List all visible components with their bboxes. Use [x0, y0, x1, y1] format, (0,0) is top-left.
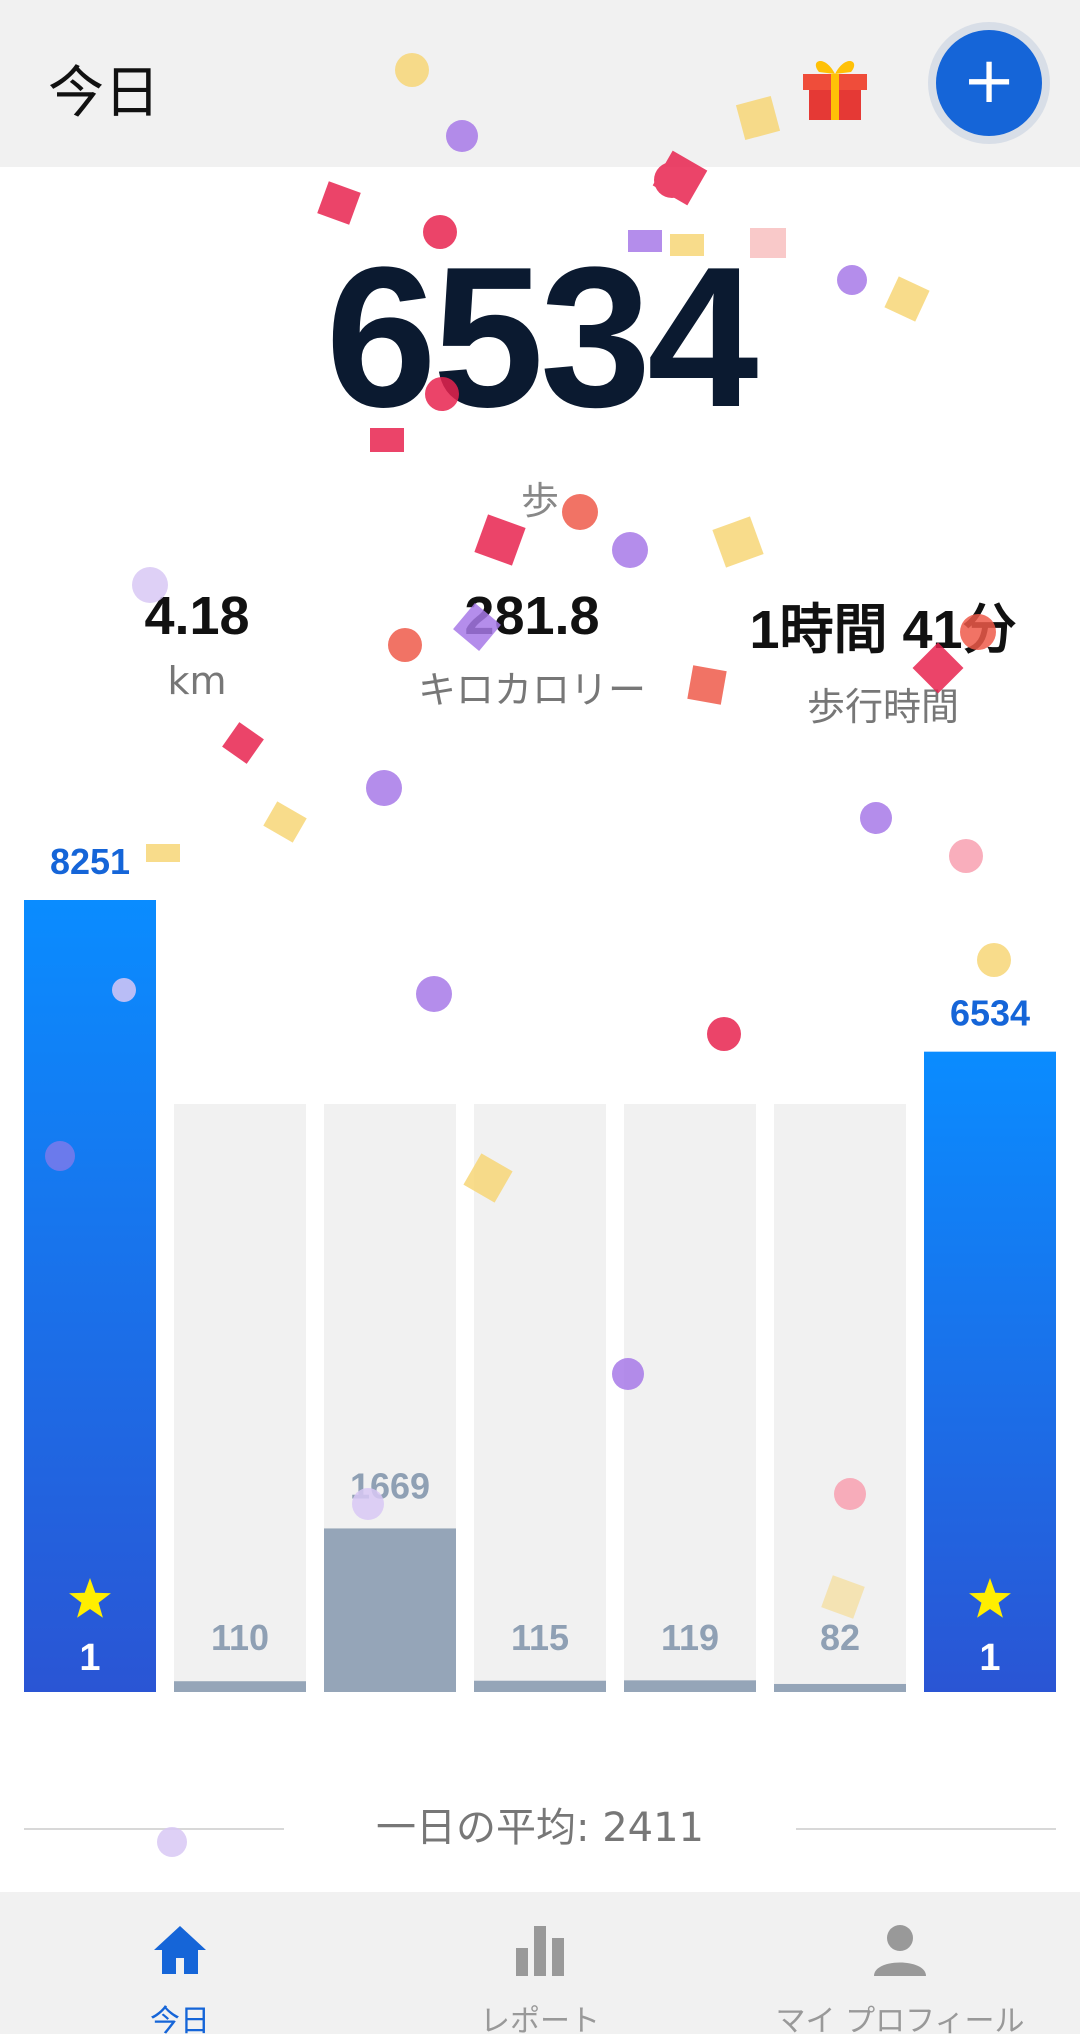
add-button[interactable]: +: [936, 30, 1042, 136]
daily-average: 一日の平均: 2411: [0, 1798, 1080, 1858]
bar: [624, 1680, 756, 1692]
bar-value-label: 82: [820, 1617, 860, 1658]
app-header: 今日 +: [0, 0, 1080, 167]
bar-track: [474, 1104, 606, 1692]
distance-value: 4.18: [144, 586, 250, 646]
nav-profile-label: マイ プロフィール: [775, 2004, 1025, 2039]
bar: [174, 1681, 306, 1692]
steps-count: 6534: [325, 226, 759, 449]
home-icon: [154, 1926, 206, 1974]
bar-value-label: 115: [511, 1617, 569, 1658]
distance-label: km: [167, 659, 227, 703]
average-label: 一日の平均: 2411: [376, 1805, 704, 1851]
walk-time-label: 歩行時間: [806, 685, 959, 729]
calories-stat: 281.8 キロカロリー: [352, 585, 712, 714]
distance-stat: 4.18 km: [17, 585, 377, 703]
bar-value-label: 6534: [950, 993, 1030, 1034]
bottom-nav: 今日 レポート マイ プロフィール: [0, 1892, 1080, 2039]
walk-time-value: 1時間 41分: [749, 600, 1017, 660]
bar: [774, 1683, 906, 1692]
bar-track: [774, 1104, 906, 1692]
bar-value-label: 110: [211, 1617, 269, 1658]
star-count-label: 1: [979, 1637, 1000, 1679]
page-title: 今日: [48, 61, 160, 126]
nav-today[interactable]: 今日: [0, 1892, 360, 2039]
bar: [24, 900, 156, 1692]
bar-value-label: 8251: [50, 841, 130, 882]
nav-report-label: レポート: [480, 2004, 600, 2039]
steps-unit: 歩: [520, 479, 559, 523]
walk-time-stat: 1時間 41分 歩行時間: [703, 585, 1063, 731]
gift-icon[interactable]: [795, 44, 875, 124]
bar: [474, 1680, 606, 1692]
calories-value: 281.8: [464, 586, 600, 646]
bar-value-label: 1669: [350, 1465, 430, 1506]
bar-track: [174, 1104, 306, 1692]
nav-today-label: 今日: [150, 2004, 210, 2039]
nav-report[interactable]: レポート: [360, 1892, 720, 2039]
weekly-steps-chart-svg: 82511月110火1669水115木119金82土65341今日: [24, 841, 1056, 1692]
person-icon: [874, 1925, 926, 1976]
calories-label: キロカロリー: [417, 668, 646, 712]
bar-value-label: 119: [661, 1617, 719, 1658]
bar-track: [624, 1104, 756, 1692]
star-count-label: 1: [79, 1637, 100, 1679]
weekly-steps-chart: 82511月110火1669水115木119金82土65341今日: [0, 780, 1080, 1720]
bar: [324, 1528, 456, 1692]
nav-profile[interactable]: マイ プロフィール: [720, 1892, 1080, 2039]
bar-chart-icon: [516, 1926, 564, 1976]
